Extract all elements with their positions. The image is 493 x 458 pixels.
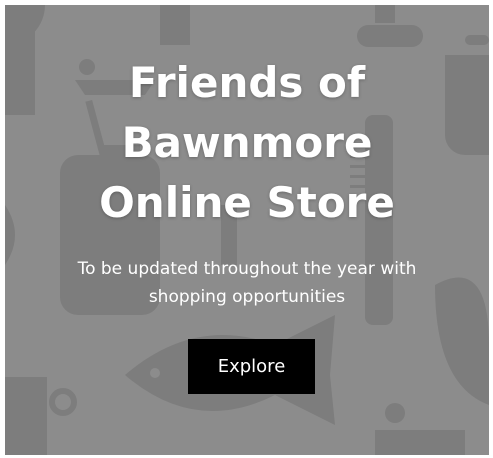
hero-subtitle: To be updated throughout the year with s…	[45, 255, 449, 311]
explore-button[interactable]: Explore	[188, 339, 315, 394]
hero-content: Friends of Bawnmore Online Store To be u…	[5, 5, 489, 455]
hero-title-line: Bawnmore	[121, 118, 373, 167]
hero-title: Friends of Bawnmore Online Store	[45, 53, 449, 233]
hero-title-line: Online Store	[99, 178, 395, 227]
hero-subtitle-line: shopping opportunities	[148, 287, 346, 307]
hero-subtitle-line: To be updated throughout the year with	[77, 259, 417, 279]
hero-title-line: Friends of	[128, 58, 366, 107]
hero-banner: Friends of Bawnmore Online Store To be u…	[5, 5, 489, 455]
